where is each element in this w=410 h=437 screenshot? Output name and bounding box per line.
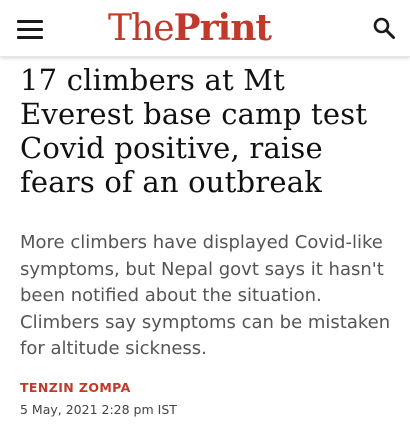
author-byline-link[interactable]: TENZIN ZOMPA: [20, 380, 131, 395]
top-navigation-bar: ThePrint: [0, 0, 410, 57]
article-page: ThePrint 17 climbers at Mt Everest base …: [0, 0, 410, 437]
menu-bar-line: [17, 20, 43, 23]
theprint-logo[interactable]: ThePrint: [108, 6, 308, 50]
menu-bar-line: [17, 28, 43, 31]
hamburger-menu-icon[interactable]: [17, 18, 43, 40]
logo-the-text: The: [108, 8, 175, 49]
article-summary: More climbers have displayed Covid-like …: [20, 232, 391, 359]
search-icon[interactable]: [372, 16, 396, 40]
article-headline: 17 climbers at Mt Everest base camp test…: [20, 63, 368, 199]
menu-bar-line: [17, 36, 43, 39]
logo-print-text: Print: [173, 7, 273, 49]
publish-date: 5 May, 2021 2:28 pm IST: [20, 402, 177, 417]
